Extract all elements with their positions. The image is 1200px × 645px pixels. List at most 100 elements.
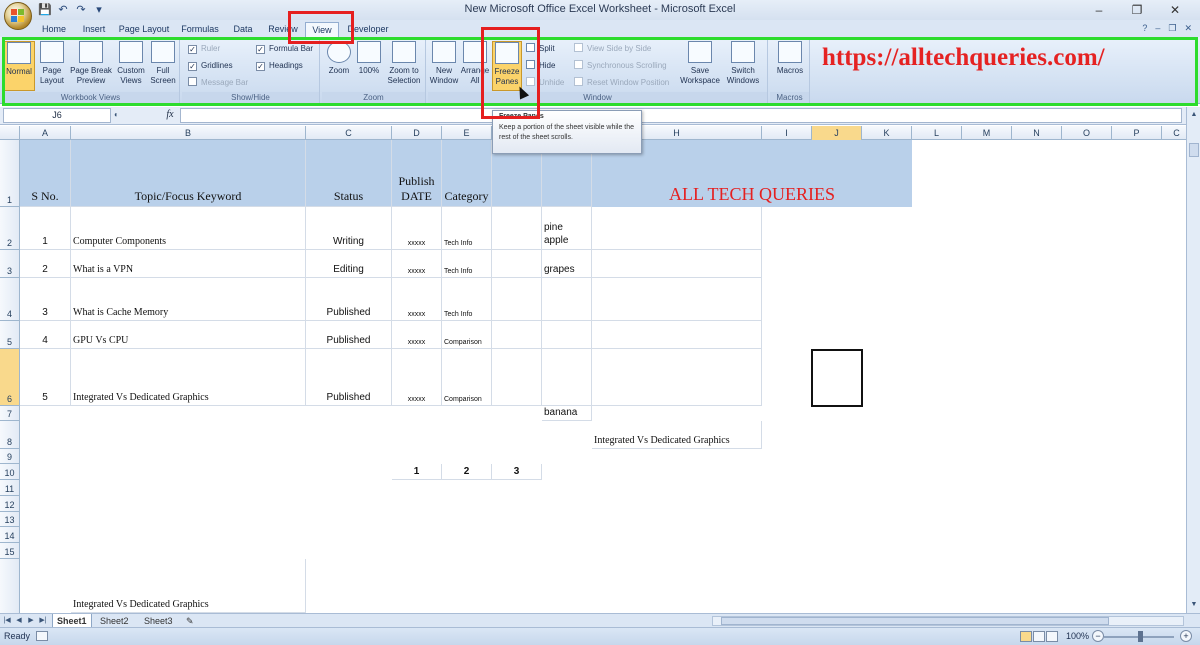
status-cell[interactable]: Published: [306, 321, 392, 349]
date-cell[interactable]: xxxxx: [392, 349, 442, 406]
row-header[interactable]: 16: [0, 559, 20, 613]
last-sheet-icon[interactable]: ▶|: [38, 614, 48, 628]
next-sheet-icon[interactable]: ▶: [26, 614, 36, 628]
restore-button[interactable]: ❐: [1118, 0, 1156, 20]
blank-cell[interactable]: [492, 250, 542, 278]
g-cell[interactable]: grapes: [542, 250, 592, 278]
row-header[interactable]: 2: [0, 207, 20, 250]
first-sheet-icon[interactable]: |◀: [2, 614, 12, 628]
column-header[interactable]: M: [962, 126, 1012, 140]
g-cell[interactable]: pine apple: [542, 207, 592, 250]
scroll-down-icon[interactable]: ▼: [1188, 599, 1200, 611]
insert-function-button[interactable]: fx: [160, 108, 180, 123]
column-header[interactable]: P: [1112, 126, 1162, 140]
zoom-out-icon[interactable]: −: [1092, 630, 1104, 642]
category-cell[interactable]: Tech Info: [442, 207, 492, 250]
vertical-scrollbar[interactable]: ▲ ▼: [1186, 107, 1200, 613]
sheet-tab-sheet2[interactable]: Sheet2: [96, 614, 133, 628]
close-button[interactable]: ✕: [1156, 0, 1194, 20]
tab-formulas[interactable]: Formulas: [178, 22, 222, 37]
row-header[interactable]: 10: [0, 464, 20, 480]
blank-cell[interactable]: [592, 321, 762, 349]
blank-cell[interactable]: [592, 278, 762, 321]
column-header[interactable]: C: [306, 126, 392, 140]
column-header[interactable]: B: [71, 126, 306, 140]
column-header[interactable]: K: [862, 126, 912, 140]
row-header[interactable]: 9: [0, 449, 20, 464]
status-cell[interactable]: Published: [306, 278, 392, 321]
minimize-button[interactable]: –: [1080, 0, 1118, 20]
row-header[interactable]: 6: [0, 349, 20, 406]
row-header[interactable]: 5: [0, 321, 20, 349]
g-cell[interactable]: [542, 278, 592, 321]
sno-cell[interactable]: 2: [20, 250, 71, 278]
date-cell[interactable]: xxxxx: [392, 321, 442, 349]
sheet-tab-sheet3[interactable]: Sheet3: [140, 614, 177, 628]
active-cell-j6[interactable]: [811, 349, 863, 407]
formula-input[interactable]: [180, 108, 1182, 123]
header-cell-category[interactable]: Category: [442, 140, 492, 207]
row-header[interactable]: 8: [0, 421, 20, 449]
macro-record-icon[interactable]: [36, 631, 48, 641]
f-cell[interactable]: 3: [492, 464, 542, 480]
select-all-corner[interactable]: [0, 126, 20, 140]
blank-cell[interactable]: [492, 349, 542, 406]
category-cell[interactable]: Tech Info: [442, 250, 492, 278]
column-header[interactable]: O: [1062, 126, 1112, 140]
category-cell[interactable]: Comparison: [442, 321, 492, 349]
topic-cell[interactable]: GPU Vs CPU: [71, 321, 306, 349]
workbook-close-icon[interactable]: ✕: [1184, 23, 1192, 34]
date-cell[interactable]: xxxxx: [392, 207, 442, 250]
blank-cell[interactable]: [592, 207, 762, 250]
row-header[interactable]: 14: [0, 527, 20, 543]
d-cell[interactable]: 1: [392, 464, 442, 480]
sno-cell[interactable]: 1: [20, 207, 71, 250]
topic-cell[interactable]: Integrated Vs Dedicated Graphics: [71, 559, 306, 613]
column-header[interactable]: I: [762, 126, 812, 140]
scroll-up-icon[interactable]: ▲: [1188, 109, 1200, 121]
cancel-entry-icon[interactable]: ◐: [114, 110, 119, 119]
blank-cell[interactable]: [492, 278, 542, 321]
topic-cell[interactable]: What is a VPN: [71, 250, 306, 278]
g-cell[interactable]: [542, 349, 592, 406]
category-cell[interactable]: Comparison: [442, 349, 492, 406]
blank-cell[interactable]: [492, 207, 542, 250]
column-header[interactable]: D: [392, 126, 442, 140]
header-cell-topic[interactable]: Topic/Focus Keyword: [71, 140, 306, 207]
row-header[interactable]: 13: [0, 512, 20, 527]
date-cell[interactable]: xxxxx: [392, 250, 442, 278]
column-header[interactable]: J: [812, 126, 862, 140]
status-cell[interactable]: Editing: [306, 250, 392, 278]
status-cell[interactable]: Writing: [306, 207, 392, 250]
name-box[interactable]: J6: [3, 108, 111, 123]
blank-cell[interactable]: [492, 321, 542, 349]
header-cell-status[interactable]: Status: [306, 140, 392, 207]
zoom-slider-thumb[interactable]: [1138, 631, 1143, 642]
g-cell[interactable]: [542, 321, 592, 349]
zoom-level-text[interactable]: 100%: [1066, 631, 1089, 641]
tab-data[interactable]: Data: [230, 22, 256, 37]
row-header[interactable]: 3: [0, 250, 20, 278]
row-header[interactable]: 7: [0, 406, 20, 421]
row-header[interactable]: 12: [0, 496, 20, 512]
sno-cell[interactable]: 3: [20, 278, 71, 321]
page-break-view-icon[interactable]: [1046, 631, 1058, 642]
row-header[interactable]: 4: [0, 278, 20, 321]
header-cell-sno[interactable]: S No.: [20, 140, 71, 207]
horizontal-scrollbar[interactable]: [712, 616, 1184, 626]
sheet-tab-sheet1[interactable]: Sheet1: [52, 614, 92, 628]
category-cell[interactable]: Tech Info: [442, 278, 492, 321]
normal-view-icon[interactable]: [1020, 631, 1032, 642]
e-cell[interactable]: 2: [442, 464, 492, 480]
horizontal-scroll-thumb[interactable]: [721, 617, 1109, 625]
status-cell[interactable]: Published: [306, 349, 392, 406]
blank-cell[interactable]: [592, 250, 762, 278]
help-icon[interactable]: ?: [1142, 23, 1147, 34]
column-header[interactable]: L: [912, 126, 962, 140]
workbook-restore-icon[interactable]: ❐: [1168, 23, 1176, 34]
topic-cell[interactable]: Integrated Vs Dedicated Graphics: [71, 349, 306, 406]
sno-cell[interactable]: 5: [20, 349, 71, 406]
row-header[interactable]: 11: [0, 480, 20, 496]
tab-insert[interactable]: Insert: [78, 22, 110, 37]
prev-sheet-icon[interactable]: ◀: [14, 614, 24, 628]
